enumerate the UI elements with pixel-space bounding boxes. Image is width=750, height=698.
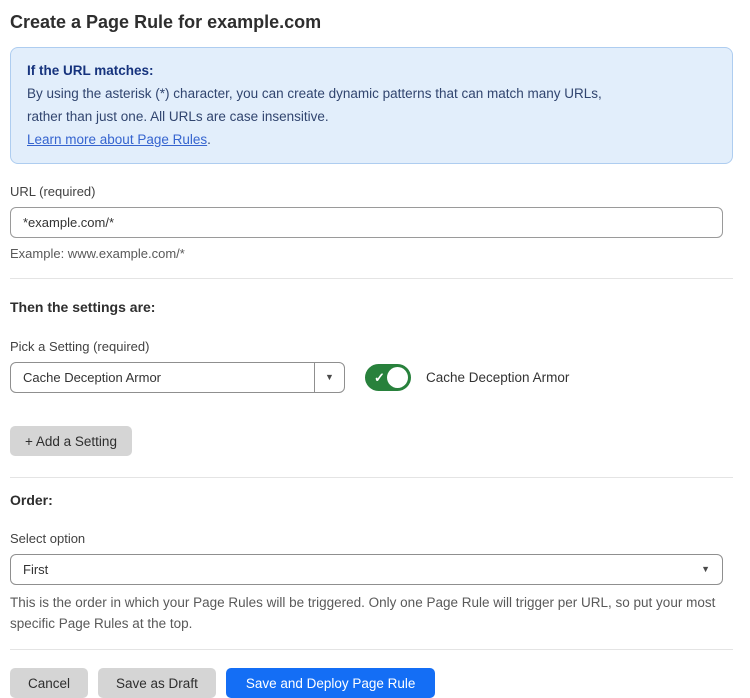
chevron-down-icon: ▼ xyxy=(701,565,722,574)
add-setting-button[interactable]: + Add a Setting xyxy=(10,426,132,456)
chevron-down-icon: ▼ xyxy=(325,373,334,382)
info-box-body-line2: rather than just one. All URLs are case … xyxy=(27,105,716,128)
url-matches-info-box: If the URL matches: By using the asteris… xyxy=(10,47,733,164)
page-title: Create a Page Rule for example.com xyxy=(10,12,733,33)
order-select[interactable]: First ▼ xyxy=(10,554,723,585)
toggle-label: Cache Deception Armor xyxy=(426,370,569,385)
info-box-body-line1: By using the asterisk (*) character, you… xyxy=(27,82,716,105)
pick-setting-label: Pick a Setting (required) xyxy=(10,339,733,354)
order-help-text: This is the order in which your Page Rul… xyxy=(10,592,723,634)
save-as-draft-button[interactable]: Save as Draft xyxy=(98,668,216,698)
url-field-label: URL (required) xyxy=(10,184,733,199)
setting-select-arrow-segment[interactable]: ▼ xyxy=(314,363,344,392)
divider xyxy=(10,278,733,279)
footer-actions: Cancel Save as Draft Save and Deploy Pag… xyxy=(10,668,733,698)
order-select-value: First xyxy=(11,562,701,577)
learn-more-link[interactable]: Learn more about Page Rules xyxy=(27,132,207,147)
toggle-knob xyxy=(387,367,408,388)
cache-deception-armor-toggle[interactable]: ✓ xyxy=(365,364,411,391)
info-box-heading: If the URL matches: xyxy=(27,59,716,82)
setting-select[interactable]: Cache Deception Armor ▼ xyxy=(10,362,345,393)
url-example-hint: Example: www.example.com/* xyxy=(10,246,733,261)
page-rule-form: Create a Page Rule for example.com If th… xyxy=(0,0,733,698)
url-input[interactable] xyxy=(10,207,723,238)
setting-row: Cache Deception Armor ▼ ✓ Cache Deceptio… xyxy=(10,362,733,393)
order-select-label: Select option xyxy=(10,531,733,546)
link-suffix: . xyxy=(207,132,211,147)
divider xyxy=(10,477,733,478)
info-box-link-line: Learn more about Page Rules. xyxy=(27,128,716,151)
setting-select-value: Cache Deception Armor xyxy=(11,363,314,392)
order-section-heading: Order: xyxy=(10,492,733,508)
check-icon: ✓ xyxy=(374,364,385,391)
settings-section-heading: Then the settings are: xyxy=(10,299,733,315)
divider xyxy=(10,649,733,650)
cancel-button[interactable]: Cancel xyxy=(10,668,88,698)
save-and-deploy-button[interactable]: Save and Deploy Page Rule xyxy=(226,668,436,698)
